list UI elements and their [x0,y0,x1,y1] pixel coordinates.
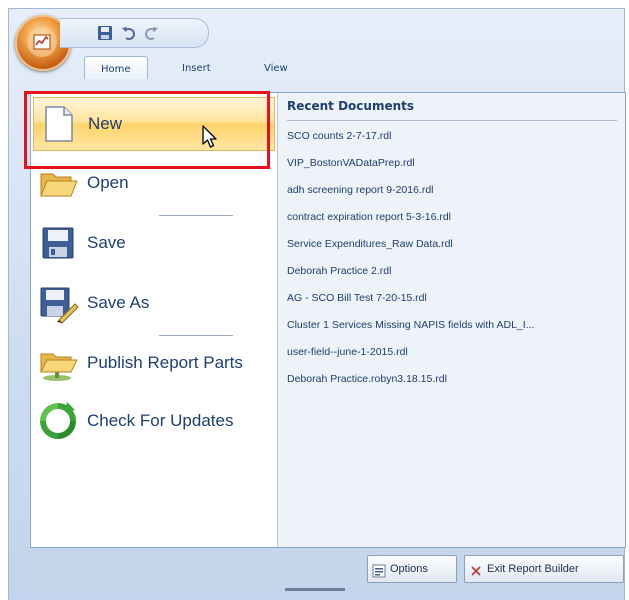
check-updates-icon [37,400,79,442]
open-folder-icon [37,162,79,204]
scrollbar-thumb[interactable] [285,588,345,591]
menu-item-check-for-updates[interactable]: Check For Updates [33,395,273,447]
mouse-cursor-icon [202,125,217,148]
report-builder-logo-icon [27,27,57,57]
tab-view[interactable]: View [248,56,304,78]
recent-documents-header: Recent Documents [287,99,617,121]
application-menu: New Open Save Save As Publish Report Par… [30,92,626,548]
recent-document-item[interactable]: adh screening report 9-2016.rdl [280,177,623,204]
menu-separator [159,215,233,216]
menu-item-label: Check For Updates [87,411,234,430]
menu-item-label: Open [87,173,129,192]
menu-item-open[interactable]: Open [33,157,273,209]
redo-icon[interactable] [142,24,160,42]
recent-document-item[interactable]: SCO counts 2-7-17.rdl [280,123,623,150]
menu-commands-pane: New Open Save Save As Publish Report Par… [31,93,278,547]
recent-documents-list: SCO counts 2-7-17.rdl VIP_BostonVADataPr… [280,123,623,393]
undo-icon[interactable] [120,24,138,42]
recent-document-item[interactable]: VIP_BostonVADataPrep.rdl [280,150,623,177]
tab-insert[interactable]: Insert [166,56,227,78]
save-icon[interactable] [96,24,114,42]
menu-separator [159,335,233,336]
options-icon [372,562,386,578]
save-icon [37,222,79,264]
menu-item-label: New [88,114,123,133]
menu-item-label: Save [87,233,126,252]
exit-button-label: Exit Report Builder [487,563,579,575]
close-icon [469,562,483,576]
menu-item-label: Save As [87,293,150,312]
recent-document-item[interactable]: contract expiration report 5-3-16.rdl [280,204,623,231]
recent-document-item[interactable]: Service Expenditures_Raw Data.rdl [280,231,623,258]
tab-home[interactable]: Home [84,56,148,79]
menu-item-save[interactable]: Save [33,217,273,269]
menu-item-publish-report-parts[interactable]: Publish Report Parts [33,337,273,389]
options-button[interactable]: Options [367,555,457,583]
recent-document-item[interactable]: Deborah Practice 2.rdl [280,258,623,285]
menu-item-save-as[interactable]: Save As [33,277,273,329]
recent-documents-pane: Recent Documents SCO counts 2-7-17.rdl V… [278,93,625,547]
menu-footer: Options Exit Report Builder [30,548,624,588]
menu-item-new[interactable]: New [33,97,275,151]
exit-report-builder-button[interactable]: Exit Report Builder [464,555,624,583]
recent-document-item[interactable]: AG - SCO Bill Test 7-20-15.rdl [280,285,623,312]
new-document-icon [38,103,80,145]
recent-document-item[interactable]: Deborah Practice.robyn3.18.15.rdl [280,366,623,393]
quick-access-toolbar [60,18,209,48]
publish-report-parts-icon [37,342,79,384]
options-button-label: Options [390,563,428,575]
menu-item-label: Publish Report Parts [87,353,243,372]
recent-document-item[interactable]: user-field--june-1-2015.rdl [280,339,623,366]
recent-document-item[interactable]: Cluster 1 Services Missing NAPIS fields … [280,312,623,339]
save-as-icon [37,282,79,324]
